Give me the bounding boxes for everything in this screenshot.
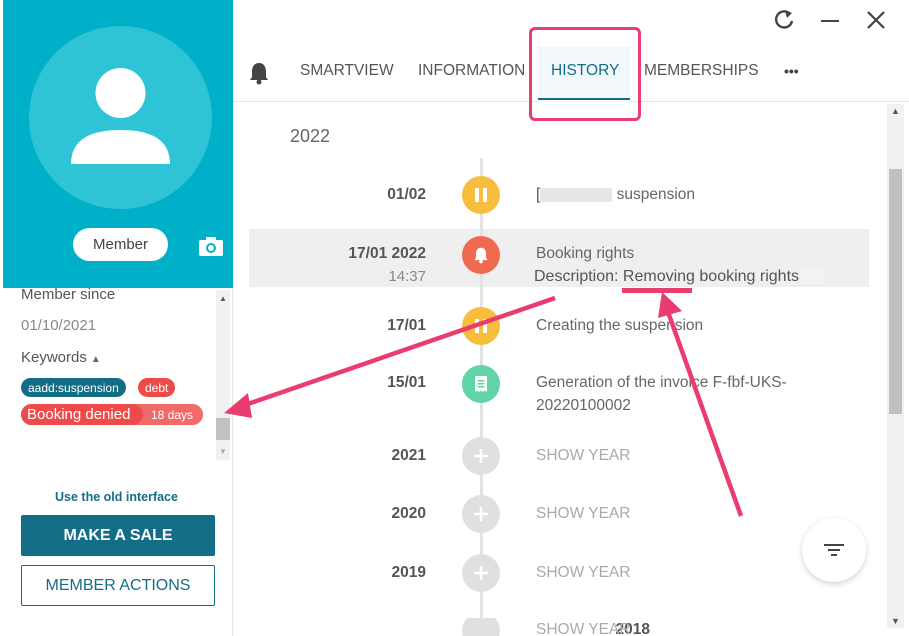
app-window: Member Member since 01/10/2021 Keywords ▲… (0, 0, 909, 636)
year-heading: 2022 (290, 126, 331, 146)
event-title[interactable]: Booking rights (536, 245, 634, 263)
scroll-down-icon[interactable]: ▼ (219, 447, 227, 456)
chevron-up-icon: ▲ (90, 354, 101, 365)
event-title-line2: 20220100002 (536, 397, 631, 414)
year-label: 2020 (391, 505, 426, 522)
keyword-tag: debt (138, 378, 176, 397)
refresh-icon[interactable] (773, 8, 795, 38)
scrollbar-thumb[interactable] (889, 169, 902, 414)
member-type-badge[interactable]: Member (73, 228, 168, 261)
sidebar-scrollbar[interactable]: ▲ ▼ (216, 290, 230, 460)
annotation-underline (622, 288, 692, 293)
pause-icon (462, 307, 500, 345)
minimize-icon[interactable] (820, 8, 840, 38)
show-year-link[interactable]: SHOW YEAR (536, 564, 630, 582)
member-since-value: 01/10/2021 (21, 317, 97, 334)
annotation-arrowhead (658, 292, 682, 318)
show-year-link[interactable]: SHOW YEAR (536, 505, 630, 523)
redacted-text (540, 187, 613, 202)
event-title-suffix: suspension (616, 186, 696, 203)
booking-denied-tag: Booking denied 18 days (21, 404, 203, 425)
member-actions-button[interactable]: MEMBER ACTIONS (21, 565, 215, 606)
member-details: Member since 01/10/2021 Keywords ▲ (0, 286, 216, 458)
bell-icon (462, 236, 500, 274)
event-date: 01/02 (387, 186, 426, 203)
filter-icon (824, 544, 844, 556)
bell-icon[interactable] (248, 61, 270, 90)
tab-information[interactable]: INFORMATION (418, 62, 525, 80)
tab-smartview[interactable]: SMARTVIEW (300, 62, 394, 80)
avatar (29, 26, 212, 209)
close-icon[interactable] (866, 10, 886, 36)
scroll-down-icon[interactable]: ▼ (891, 616, 900, 626)
booking-denied-label: Booking denied (21, 404, 143, 425)
member-since-label: Member since (21, 286, 116, 303)
user-icon (71, 68, 170, 164)
booking-denied-days: 18 days (151, 407, 194, 422)
more-icon[interactable]: ••• (784, 63, 799, 79)
event-title[interactable]: [ suspension (536, 186, 695, 204)
filter-button[interactable] (802, 518, 866, 582)
plus-icon[interactable] (462, 437, 500, 475)
pause-icon (462, 176, 500, 214)
clipped-year-row: 2018 SHOW YEAR (233, 618, 885, 636)
event-description-text: Description: Removing booking rights (534, 268, 800, 285)
event-title[interactable]: Generation of the invoice F-fbf-UKS- (536, 374, 787, 392)
member-sidebar: Member Member since 01/10/2021 Keywords ▲… (0, 0, 233, 636)
plus-icon[interactable] (462, 618, 500, 636)
keyword-tag: aadd:suspension (21, 378, 126, 397)
event-title[interactable]: Creating the suspension (536, 317, 703, 335)
annotation-arrow-line (665, 311, 744, 517)
scrollbar-thumb[interactable] (216, 418, 230, 440)
year-label: 2021 (391, 447, 426, 464)
annotation-highlight-box (529, 27, 641, 121)
event-time: 14:37 (388, 268, 426, 285)
tab-memberships[interactable]: MEMBERSHIPS (644, 62, 759, 80)
event-date: 17/01 (387, 317, 426, 334)
old-interface-link[interactable]: Use the old interface (0, 490, 233, 504)
keywords-toggle[interactable]: Keywords ▲ (21, 349, 101, 366)
plus-icon[interactable] (462, 495, 500, 533)
scroll-up-icon[interactable]: ▲ (891, 106, 900, 116)
invoice-icon (462, 365, 500, 403)
event-date: 15/01 (387, 374, 426, 391)
scroll-up-icon[interactable]: ▲ (219, 294, 227, 303)
show-year-link[interactable]: SHOW YEAR (536, 447, 630, 465)
timeline-scrollbar[interactable]: ▲ ▼ (887, 104, 904, 628)
camera-icon[interactable] (199, 236, 223, 256)
make-sale-button[interactable]: MAKE A SALE (21, 515, 215, 556)
year-label: 2019 (391, 564, 426, 581)
redacted-text (801, 269, 826, 284)
event-description: Description: Removing booking rights (534, 268, 826, 286)
show-year-link[interactable]: SHOW YEAR (536, 621, 630, 636)
profile-header: Member (3, 0, 233, 288)
event-date: 17/01 2022 (348, 245, 426, 262)
plus-icon[interactable] (462, 554, 500, 592)
keywords-label: Keywords (21, 349, 87, 366)
